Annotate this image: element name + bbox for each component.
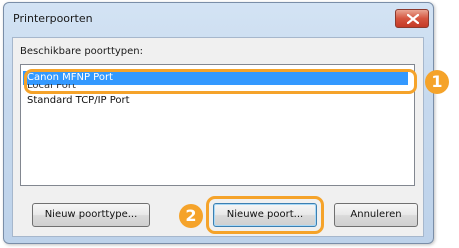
step-badge-2: 2 (179, 204, 203, 228)
port-types-list[interactable]: Canon MFNP Port Local Port Standard TCP/… (20, 64, 415, 186)
list-item-canon-mfnp-port[interactable]: Canon MFNP Port (23, 71, 408, 85)
title-bar[interactable]: Printerpoorten (4, 3, 433, 37)
close-button[interactable] (395, 9, 429, 28)
new-port-button[interactable]: Nieuwe poort... (213, 203, 317, 227)
port-types-label: Beschikbare poorttypen: (20, 46, 143, 57)
new-port-type-button[interactable]: Nieuw poorttype... (32, 203, 150, 227)
cancel-button[interactable]: Annuleren (334, 203, 418, 227)
list-item-standard-tcp-ip-port[interactable]: Standard TCP/IP Port (23, 94, 408, 108)
list-item-local-port[interactable]: Local Port (23, 84, 408, 91)
step-badge-1: 1 (425, 70, 449, 94)
window-title: Printerpoorten (13, 12, 93, 25)
close-icon (407, 14, 419, 24)
